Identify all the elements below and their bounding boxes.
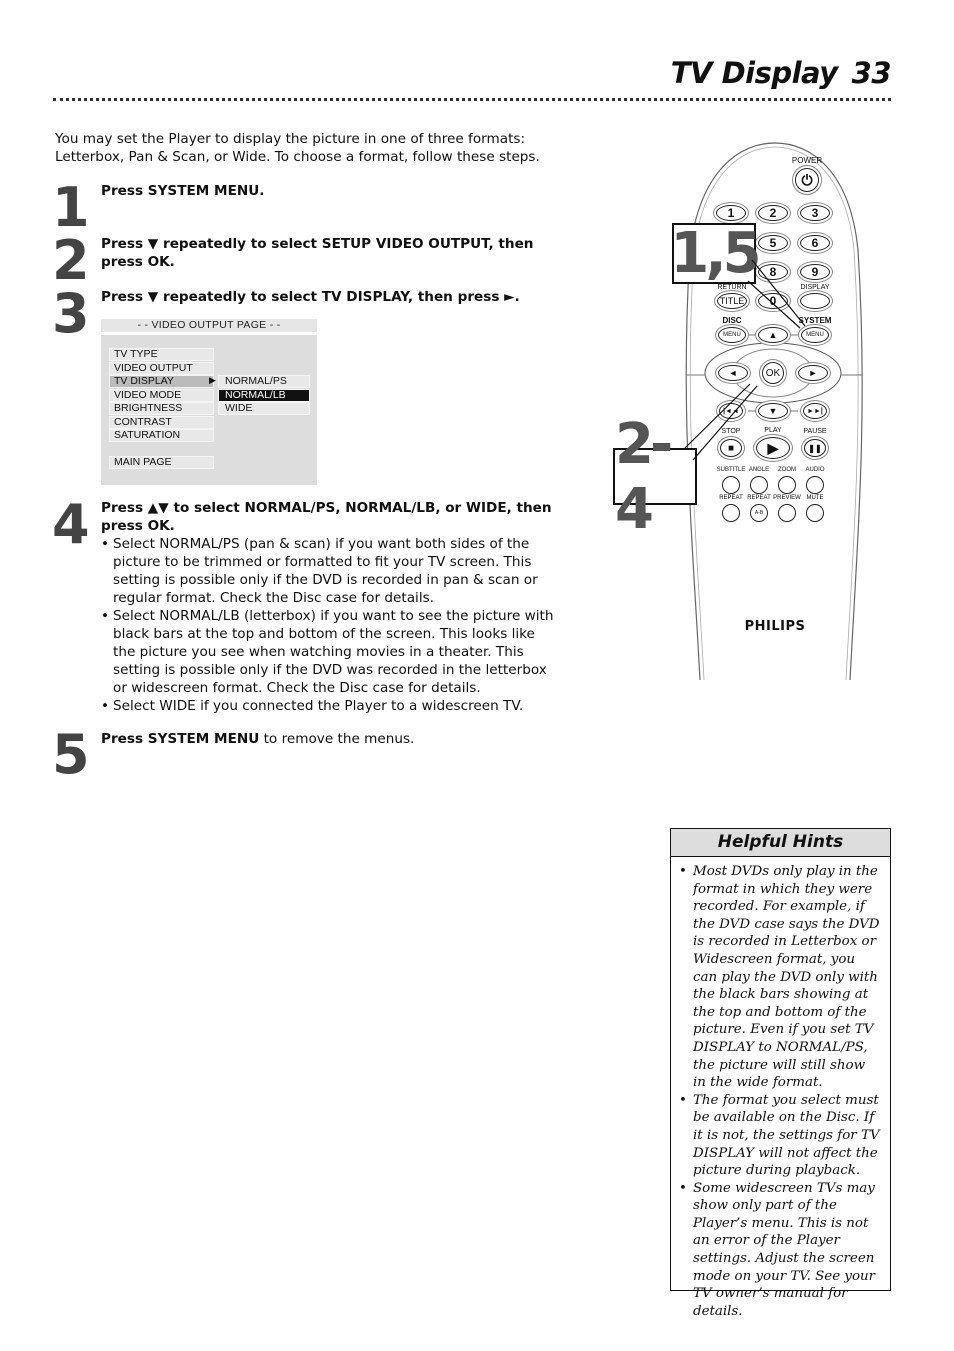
next-button[interactable]: ►►|	[803, 403, 827, 419]
callout-steps-1-5: 1,5	[670, 221, 761, 286]
remote-control-illustration: POWER ⏻ 1 2 3 5 6 8 9 RETURN DISPLAY TIT…	[600, 130, 900, 700]
previous-button[interactable]: |◄◄	[719, 403, 743, 419]
bullet: Select NORMAL/PS (pan & scan) if you wan…	[101, 535, 556, 607]
manual-page: TV Display 33 You may set the Player to d…	[0, 0, 954, 1351]
hints-title: Helpful Hints	[671, 829, 890, 857]
preview-button[interactable]	[778, 504, 796, 522]
system-label: SYSTEM	[798, 316, 832, 325]
step-number: 4	[52, 493, 90, 556]
hints-list: Most DVDs only play in the format in whi…	[671, 863, 890, 1320]
number-1-button[interactable]: 1	[716, 205, 746, 221]
repeat-ab-button[interactable]: A-B	[750, 504, 768, 522]
page-number: 33	[851, 56, 892, 90]
left-button[interactable]: ◄	[718, 365, 748, 381]
mute-label: MUTE	[806, 495, 824, 501]
number-2-button[interactable]: 2	[758, 205, 788, 221]
number-0-button[interactable]: 0	[758, 293, 788, 309]
hint-item: The format you select must be available …	[679, 1092, 882, 1180]
submenu-item-highlighted: NORMAL/LB	[218, 389, 310, 402]
menu-item: MAIN PAGE	[109, 456, 214, 469]
dotted-divider	[53, 98, 891, 101]
repeat-button[interactable]	[722, 504, 740, 522]
power-label: POWER	[791, 156, 823, 165]
step-text: Press SYSTEM MENU to remove the menus.	[101, 731, 415, 747]
number-6-button[interactable]: 6	[800, 235, 830, 251]
submenu-item: NORMAL/PS	[218, 375, 310, 388]
repeat-ab-label: REPEAT	[747, 495, 771, 501]
menu-item: VIDEO MODE	[109, 389, 214, 402]
step-text: Press ▼ repeatedly to select TV DISPLAY,…	[101, 289, 520, 305]
step-text: Press ▼ repeatedly to select SETUP VIDEO…	[101, 236, 534, 270]
page-title: TV Display	[670, 56, 838, 90]
display-button[interactable]	[800, 293, 830, 309]
title-button[interactable]: TITLE	[717, 293, 747, 309]
step-bullets: Select NORMAL/PS (pan & scan) if you wan…	[101, 535, 556, 715]
page-header: TV Display 33	[670, 56, 892, 90]
callout-steps-2-4: 2-4	[613, 412, 697, 542]
subtitle-label: SUBTITLE	[716, 467, 746, 473]
menu-item: BRIGHTNESS	[109, 402, 214, 415]
power-button[interactable]: ⏻	[795, 168, 819, 192]
right-button[interactable]: ►	[798, 365, 828, 381]
menu-title: - - VIDEO OUTPUT PAGE - -	[101, 319, 317, 335]
zoom-label: ZOOM	[778, 467, 796, 473]
play-label: PLAY	[764, 427, 782, 434]
philips-logo: PHILIPS	[744, 619, 806, 634]
video-output-menu-screen: - - VIDEO OUTPUT PAGE - - TV TYPE VIDEO …	[101, 319, 317, 485]
pause-button[interactable]: ❚❚	[804, 439, 826, 457]
step-text: Press SYSTEM MENU.	[101, 183, 265, 199]
preview-label: PREVIEW	[773, 495, 801, 501]
system-menu-button[interactable]: MENU	[801, 327, 829, 343]
step-number: 5	[52, 723, 90, 786]
subtitle-button[interactable]	[722, 476, 740, 494]
play-button[interactable]: ▶	[756, 437, 790, 459]
number-8-button[interactable]: 8	[758, 264, 788, 280]
hint-item: Most DVDs only play in the format in whi…	[679, 863, 882, 1092]
angle-button[interactable]	[750, 476, 768, 494]
step-text: Press ▲▼ to select NORMAL/PS, NORMAL/LB,…	[101, 499, 556, 715]
display-label: DISPLAY	[800, 284, 830, 291]
step-heading: Press ▲▼ to select NORMAL/PS, NORMAL/LB,…	[101, 500, 552, 534]
ok-button[interactable]: OK	[762, 362, 784, 384]
stop-label: STOP	[721, 428, 741, 435]
submenu-item: WIDE	[218, 402, 310, 415]
menu-item: CONTRAST	[109, 416, 214, 429]
angle-label: ANGLE	[748, 467, 770, 473]
number-5-button[interactable]: 5	[758, 235, 788, 251]
zoom-button[interactable]	[778, 476, 796, 494]
disc-label: DISC	[722, 316, 742, 325]
pause-label: PAUSE	[803, 428, 827, 435]
bullet: Select NORMAL/LB (letterbox) if you want…	[101, 607, 556, 697]
hint-item: Some widescreen TVs may show only part o…	[679, 1180, 882, 1321]
menu-item-selected: TV DISPLAY	[109, 375, 214, 388]
audio-button[interactable]	[806, 476, 824, 494]
down-button[interactable]: ▼	[758, 403, 788, 419]
step-number: 3	[52, 282, 90, 345]
audio-label: AUDIO	[805, 467, 825, 473]
stop-button[interactable]: ■	[720, 439, 742, 457]
menu-item: VIDEO OUTPUT	[109, 362, 214, 375]
menu-item: SATURATION	[109, 429, 214, 442]
helpful-hints-box: Helpful Hints Most DVDs only play in the…	[670, 828, 891, 1319]
mute-button[interactable]	[806, 504, 824, 522]
intro-text: You may set the Player to display the pi…	[55, 131, 540, 165]
menu-item: TV TYPE	[109, 348, 214, 361]
submenu-arrow-icon: ▶	[209, 375, 216, 385]
up-button[interactable]: ▲	[758, 327, 788, 343]
number-3-button[interactable]: 3	[800, 205, 830, 221]
repeat-label: REPEAT	[719, 495, 743, 501]
number-9-button[interactable]: 9	[800, 264, 830, 280]
disc-menu-button[interactable]: MENU	[718, 327, 746, 343]
bullet: Select WIDE if you connected the Player …	[101, 697, 556, 715]
